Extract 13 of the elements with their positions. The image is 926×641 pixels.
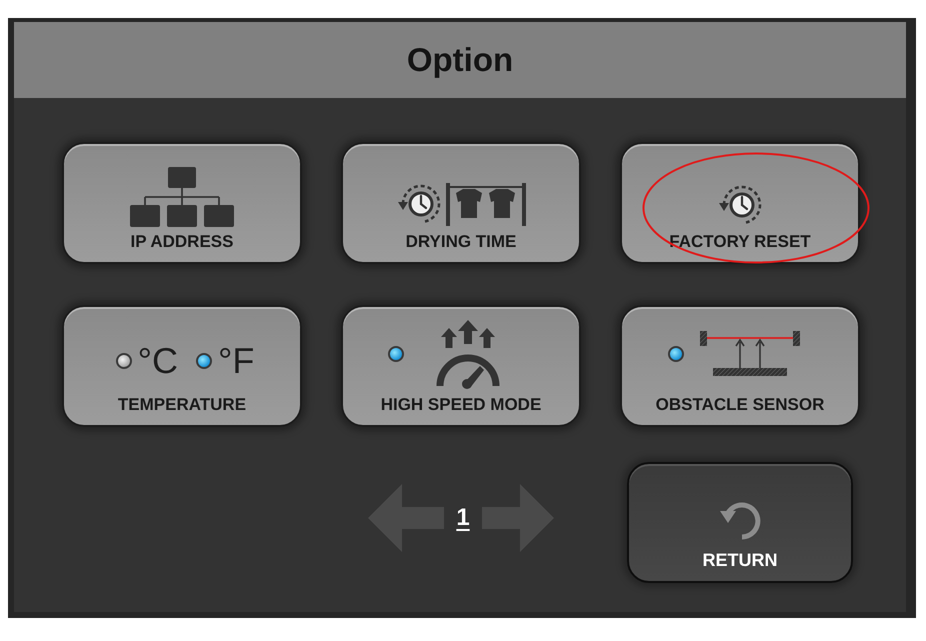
obstacle-sensor-icon <box>700 330 800 378</box>
unit-symbol: °C <box>138 343 178 379</box>
obstacle-sensor-button[interactable]: OBSTACLE SENSOR <box>620 305 860 427</box>
network-icon <box>130 167 234 227</box>
return-button[interactable]: RETURN <box>627 462 853 583</box>
dialog-title: Option <box>406 40 514 80</box>
ip-address-button[interactable]: IP ADDRESS <box>62 142 302 264</box>
drying-time-button[interactable]: DRYING TIME <box>341 142 581 264</box>
page-number: 1 <box>455 502 471 532</box>
high-speed-mode-button[interactable]: HIGH SPEED MODE <box>341 305 581 427</box>
temperature-button[interactable]: °C °F TEMPERATURE <box>62 305 302 427</box>
unit-symbol: °F <box>218 343 254 379</box>
factory-reset-button[interactable]: FACTORY RESET <box>620 142 860 264</box>
